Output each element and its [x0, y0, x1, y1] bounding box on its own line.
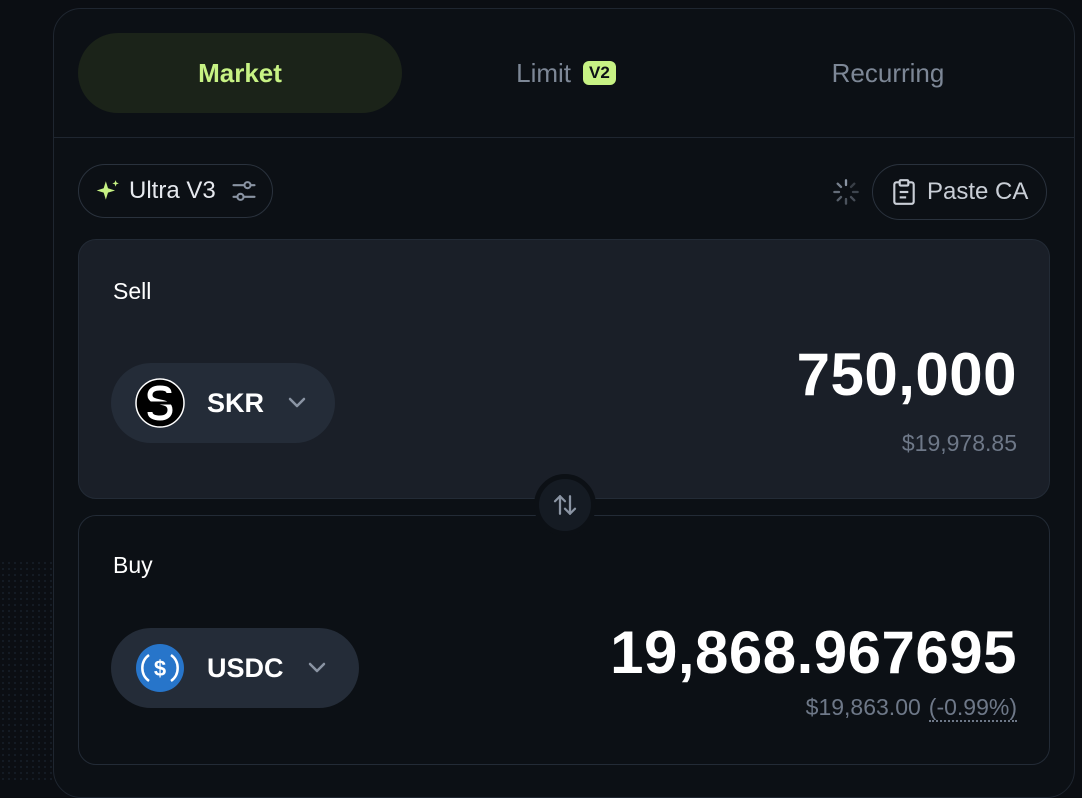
paste-ca-label: Paste CA: [927, 178, 1029, 205]
price-impact[interactable]: (-0.99%): [928, 694, 1017, 722]
tab-recurring-label: Recurring: [831, 57, 945, 88]
tab-limit[interactable]: Limit V2: [404, 33, 728, 113]
tab-recurring[interactable]: Recurring: [726, 33, 1050, 113]
version-badge: V2: [583, 61, 616, 85]
router-settings-button[interactable]: Ultra V3: [78, 164, 273, 218]
paste-ca-button[interactable]: Paste CA: [872, 164, 1048, 220]
tab-market[interactable]: Market: [78, 33, 402, 113]
chevron-down-icon: [308, 662, 325, 673]
sparkle-icon: [96, 180, 119, 200]
sell-usd-value: $19,978.85: [901, 430, 1017, 456]
spinner-icon: [833, 179, 859, 205]
buy-card: Buy $ USDC 19,868.967695 $19,863.00 (-0.9…: [78, 515, 1050, 765]
sell-label: Sell: [113, 278, 152, 304]
swap-panel: Market Limit V2 Recurring Ultra V3 Paste…: [53, 8, 1075, 798]
tab-limit-label: Limit: [516, 57, 572, 88]
mode-tabs: Market Limit V2 Recurring: [54, 9, 1074, 138]
swap-arrows-icon: [553, 495, 577, 515]
svg-text:$: $: [154, 656, 166, 681]
chevron-down-icon: [288, 397, 306, 408]
buy-token-symbol: USDC: [207, 652, 284, 683]
usdc-token-icon: $: [136, 644, 184, 692]
buy-token-selector[interactable]: $ USDC: [111, 628, 359, 708]
sell-token-symbol: SKR: [207, 387, 265, 418]
sell-amount-input[interactable]: 750,000: [797, 340, 1017, 409]
skr-token-icon: [135, 378, 185, 428]
tab-market-label: Market: [198, 57, 282, 88]
buy-usd-value: $19,863.00: [805, 694, 921, 720]
swap-direction-button[interactable]: [534, 474, 596, 536]
buy-usd-row: $19,863.00 (-0.99%): [805, 694, 1017, 722]
sell-card: Sell SKR 750,000 $19,978.85: [78, 239, 1050, 499]
sell-token-selector[interactable]: SKR: [111, 363, 335, 443]
sliders-icon: [232, 181, 256, 201]
clipboard-icon: [893, 179, 915, 205]
router-label: Ultra V3: [129, 177, 216, 204]
buy-label: Buy: [113, 552, 153, 578]
buy-amount-output: 19,868.967695: [610, 619, 1017, 686]
background-pattern: [0, 560, 60, 780]
